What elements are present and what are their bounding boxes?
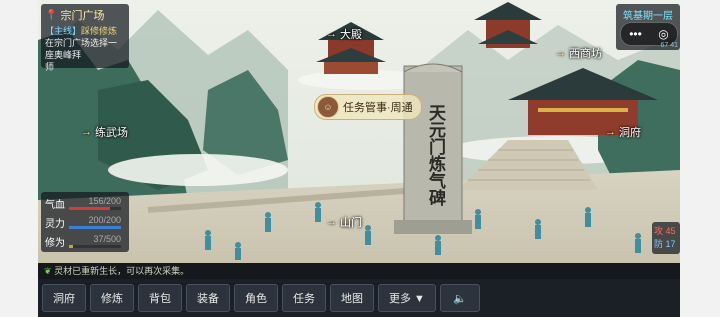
hotspot-cave[interactable]: → 洞府 <box>605 124 641 140</box>
map-pin-icon: 📍 <box>45 9 58 21</box>
hotspot-label: 西商坊 <box>569 48 602 60</box>
stat-value: 156/200 <box>88 196 121 206</box>
hotspot-label: 洞府 <box>619 127 641 139</box>
def-value: 17 <box>665 239 676 249</box>
mp-bar-fill <box>69 226 121 229</box>
npc-avatar: ☺ <box>317 96 339 118</box>
quest-button[interactable]: 任务 <box>282 284 326 312</box>
target-close-icon[interactable]: ◎ <box>658 27 668 41</box>
map-button[interactable]: 地图 <box>330 284 374 312</box>
arrow-right-icon: → <box>555 47 566 59</box>
cultivate-button[interactable]: 修炼 <box>90 284 134 312</box>
mp-bar <box>69 226 121 229</box>
hotspot-gate[interactable]: → 山门 <box>326 214 362 230</box>
arrow-right-icon: → <box>326 216 337 228</box>
stat-value: 37/500 <box>93 234 121 244</box>
game-scene[interactable]: 天元门炼气碑 📍 宗门广场 【主线】踩修修炼 在宗门广场选择一座奥峰拜 师 → … <box>38 0 680 263</box>
stat-mp: 灵力 200/200 <box>45 213 125 232</box>
stat-hp: 气血 156/200 <box>45 194 125 213</box>
more-dots-icon[interactable]: ••• <box>629 27 642 41</box>
character-button[interactable]: 角色 <box>234 284 278 312</box>
hotspot-label: 山门 <box>340 217 362 229</box>
hp-bar-fill <box>69 207 110 210</box>
log-message: 灵材已重新生长，可以再次采集。 <box>54 266 190 276</box>
arrow-right-icon: → <box>605 126 616 138</box>
cave-button[interactable]: 洞府 <box>42 284 86 312</box>
arrow-right-icon: → <box>326 28 337 40</box>
hotspot-label: 大殿 <box>340 29 362 41</box>
quest-desc: 在宗门广场选择一座奥峰拜 <box>45 38 118 60</box>
message-log: ❦ 灵材已重新生长，可以再次采集。 <box>38 263 680 279</box>
atk-value: 45 <box>665 226 676 236</box>
quest-task: 踩修修炼 <box>81 26 118 36</box>
stat-label: 修为 <box>45 238 65 249</box>
quest-tracker[interactable]: 【主线】踩修修炼 <box>45 25 125 37</box>
arrow-right-icon: → <box>81 126 92 138</box>
speaker-icon: 🔈 <box>453 292 467 305</box>
realm-extra: 67 41 <box>660 42 678 49</box>
realm-label: 筑基期一层 <box>623 11 673 22</box>
hotspot-label: 练武场 <box>95 127 128 139</box>
stele-title: 天元门炼气碑 <box>425 104 445 206</box>
hp-bar <box>69 207 121 210</box>
npc-label: 任务管事·周通 <box>343 102 413 114</box>
location-panel: 📍 宗门广场 【主线】踩修修炼 在宗门广场选择一座奥峰拜 师 <box>41 4 129 72</box>
sound-button[interactable]: 🔈 <box>439 284 480 312</box>
stat-cultivation: 修为 37/500 <box>45 232 125 251</box>
realm-panel: 筑基期一层 ••• ◎ 67 41 <box>616 4 680 50</box>
hotspot-training[interactable]: → 练武场 <box>81 124 128 140</box>
bottom-nav: 洞府 修炼 背包 装备 角色 任务 地图 更多 ▼ 🔈 <box>38 279 680 317</box>
stat-value: 200/200 <box>88 215 121 225</box>
hotspot-main-hall[interactable]: → 大殿 <box>326 26 362 42</box>
def-label: 防 <box>654 239 664 249</box>
sprout-icon: ❦ <box>44 266 52 276</box>
quest-tag: 【主线】 <box>45 26 82 36</box>
stat-label: 灵力 <box>45 219 65 230</box>
stat-label: 气血 <box>45 200 65 211</box>
quest-desc-2: 师 <box>45 62 55 72</box>
location-name: 宗门广场 <box>60 10 105 22</box>
combat-stats: 攻 45 防 17 <box>652 222 680 254</box>
cultivation-bar <box>69 245 121 248</box>
more-button[interactable]: 更多 ▼ <box>378 284 436 312</box>
npc-quest-giver[interactable]: ☺ 任务管事·周通 <box>314 94 422 120</box>
hotspot-west-shop[interactable]: → 西商坊 <box>555 45 602 61</box>
equipment-button[interactable]: 装备 <box>186 284 230 312</box>
bag-button[interactable]: 背包 <box>138 284 182 312</box>
stats-panel: 气血 156/200 灵力 200/200 修为 37/500 <box>41 192 129 252</box>
cultivation-bar-fill <box>69 245 73 248</box>
atk-label: 攻 <box>654 226 664 236</box>
